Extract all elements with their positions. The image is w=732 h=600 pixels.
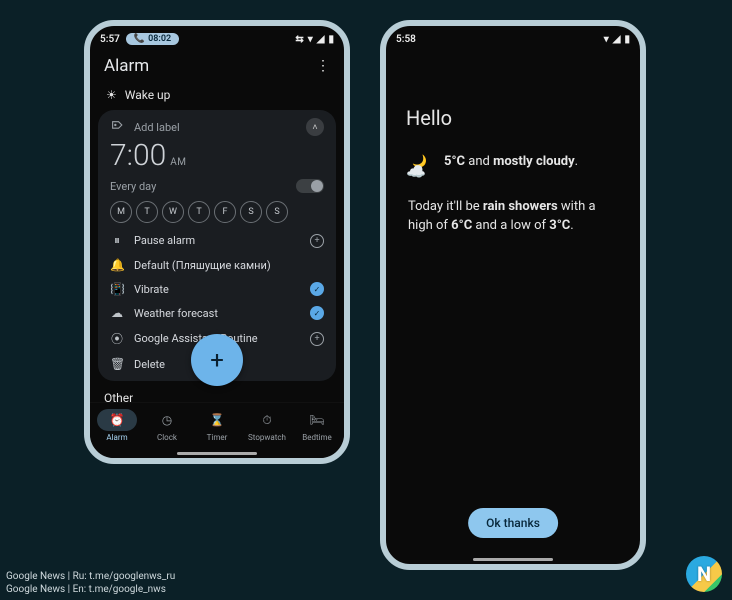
- phone-weather-greeting: 5:58 ▾ ◢ ▮ Hello 🌙 ☁️ 5°C and mostly clo…: [380, 20, 646, 570]
- current-temp: 5°C: [444, 154, 465, 169]
- chevron-up-icon: ˄: [312, 122, 317, 133]
- cloud-icon: ☁️: [406, 162, 426, 181]
- current-weather: 🌙 ☁️ 5°C and mostly cloudy.: [386, 130, 640, 178]
- phone-icon: 📞: [134, 34, 145, 44]
- phone-alarm: 5:57 📞 08:02 ⇆ ▾ ◢ ▮ Alarm ⋮ ☀ Wake up: [84, 20, 350, 464]
- add-label-text[interactable]: Add label: [134, 121, 180, 134]
- option-icon: 🗑: [110, 357, 124, 371]
- sun-icon: ☀: [106, 88, 117, 102]
- source-credits: Google News | Ru: t.me/googlenws_ru Goog…: [6, 570, 175, 596]
- forecast-cond: rain showers: [483, 199, 558, 214]
- day-toggle-3[interactable]: T: [188, 201, 210, 223]
- forecast-high: 6°C: [451, 218, 472, 233]
- page-title: Alarm: [104, 56, 149, 76]
- gesture-bar[interactable]: [473, 558, 553, 561]
- wifi-icon: ▾: [604, 34, 609, 45]
- option-label: Weather forecast: [134, 307, 218, 320]
- nav-label: Timer: [207, 433, 228, 442]
- clock-icon: ◷: [147, 409, 187, 431]
- day-toggle-1[interactable]: T: [136, 201, 158, 223]
- alarm-time-value: 7:00: [110, 138, 166, 173]
- nav-timer[interactable]: ⌛ Timer: [197, 409, 237, 442]
- day-toggle-5[interactable]: S: [240, 201, 262, 223]
- alarm-option-row[interactable]: 📳 Vibrate ✓: [110, 282, 324, 296]
- day-selector: MTWTFSS: [110, 201, 324, 223]
- option-label: Vibrate: [134, 283, 169, 296]
- nav-bedtime[interactable]: 🛏 Bedtime: [297, 409, 337, 442]
- day-toggle-2[interactable]: W: [162, 201, 184, 223]
- day-toggle-4[interactable]: F: [214, 201, 236, 223]
- status-bar: 5:58 ▾ ◢ ▮: [386, 26, 640, 52]
- forecast-low: 3°C: [549, 218, 570, 233]
- check-icon: ✓: [310, 282, 324, 296]
- call-chip-time: 08:02: [148, 34, 171, 44]
- call-chip[interactable]: 📞 08:02: [126, 33, 179, 45]
- cell-icon: ◢: [613, 34, 621, 45]
- bottom-nav: ⏰ Alarm ◷ Clock ⌛ Timer ⏱ Stopwatch 🛏 Bedtime: [90, 402, 344, 458]
- forecast-text: Today it'll be rain showers with a high …: [386, 178, 640, 236]
- weather-icon: 🌙 ☁️: [406, 154, 434, 178]
- current-cond: mostly cloudy: [493, 154, 575, 169]
- plus-icon: +: [210, 346, 224, 374]
- option-label: Default (Пляшущие камни): [134, 259, 271, 272]
- current-weather-text: 5°C and mostly cloudy.: [444, 154, 578, 178]
- alarm-icon: ⏰: [97, 409, 137, 431]
- watermark-badge: N: [686, 556, 722, 592]
- gesture-bar[interactable]: [177, 452, 257, 455]
- option-label: Delete: [134, 358, 165, 371]
- nav-label: Clock: [157, 433, 177, 442]
- alarm-option-row[interactable]: ⏸ Pause alarm +: [110, 233, 324, 248]
- nav-clock[interactable]: ◷ Clock: [147, 409, 187, 442]
- wifi-icon: ⇆: [295, 34, 303, 45]
- signal-icon: ▾: [308, 34, 313, 45]
- plus-circle-icon[interactable]: +: [310, 234, 324, 248]
- collapse-button[interactable]: ˄: [306, 118, 324, 136]
- bedtime-icon: 🛏: [297, 409, 337, 431]
- day-toggle-0[interactable]: M: [110, 201, 132, 223]
- check-icon: ✓: [310, 306, 324, 320]
- every-day-label: Every day: [110, 180, 156, 193]
- nav-label: Bedtime: [302, 433, 332, 442]
- timer-icon: ⌛: [197, 409, 237, 431]
- ok-thanks-button[interactable]: Ok thanks: [468, 508, 558, 538]
- alarm-option-row[interactable]: 🔔 Default (Пляшущие камни): [110, 258, 324, 272]
- battery-icon: ▮: [328, 34, 334, 45]
- label-icon: [110, 119, 124, 135]
- option-label: Pause alarm: [134, 234, 195, 247]
- wakeup-label: Wake up: [125, 88, 171, 102]
- add-alarm-fab[interactable]: +: [191, 334, 243, 386]
- greeting-title: Hello: [386, 52, 640, 130]
- option-icon: ⦿: [110, 330, 124, 347]
- nav-label: Stopwatch: [248, 433, 286, 442]
- wakeup-header[interactable]: ☀ Wake up: [90, 82, 344, 110]
- day-toggle-6[interactable]: S: [266, 201, 288, 223]
- credit-line-1: Google News | Ru: t.me/googlenws_ru: [6, 570, 175, 583]
- status-bar: 5:57 📞 08:02 ⇆ ▾ ◢ ▮: [90, 26, 344, 52]
- nav-label: Alarm: [106, 433, 127, 442]
- status-time: 5:57: [100, 34, 120, 45]
- cell-icon: ◢: [317, 34, 325, 45]
- option-icon: 🔔: [110, 258, 124, 272]
- nav-alarm[interactable]: ⏰ Alarm: [97, 409, 137, 442]
- alarm-time[interactable]: 7:00 AM: [110, 138, 324, 173]
- status-time: 5:58: [396, 34, 416, 45]
- nav-stopwatch[interactable]: ⏱ Stopwatch: [247, 409, 287, 442]
- enabled-toggle[interactable]: [296, 179, 324, 193]
- option-icon: ⏸: [110, 233, 124, 248]
- overflow-menu-icon[interactable]: ⋮: [316, 58, 330, 74]
- battery-icon: ▮: [624, 34, 630, 45]
- option-icon: 📳: [110, 282, 124, 296]
- alarm-option-row[interactable]: ☁ Weather forecast ✓: [110, 306, 324, 320]
- plus-circle-icon[interactable]: +: [310, 332, 324, 346]
- option-icon: ☁: [110, 306, 124, 320]
- stopwatch-icon: ⏱: [247, 409, 287, 431]
- alarm-ampm: AM: [170, 157, 186, 168]
- credit-line-2: Google News | En: t.me/google_nws: [6, 583, 175, 596]
